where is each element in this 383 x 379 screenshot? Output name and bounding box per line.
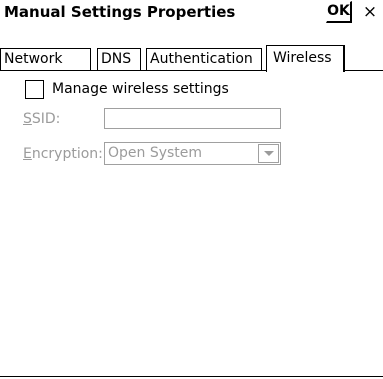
ssid-input[interactable] bbox=[104, 108, 281, 129]
encryption-label-rest: ncryption: bbox=[31, 146, 103, 162]
close-icon[interactable]: × bbox=[358, 1, 382, 23]
encryption-dropdown-button[interactable] bbox=[258, 144, 279, 163]
ok-button[interactable]: OK bbox=[326, 1, 352, 23]
ssid-label: SSID: bbox=[23, 111, 60, 127]
manage-wireless-checkbox[interactable] bbox=[25, 80, 44, 99]
tab-dns[interactable]: DNS bbox=[97, 48, 141, 70]
manage-wireless-label[interactable]: Manage wireless settings bbox=[52, 81, 229, 97]
ssid-label-accel: S bbox=[23, 111, 32, 127]
encryption-label: Encryption: bbox=[23, 146, 103, 162]
tab-authentication[interactable]: Authentication bbox=[146, 48, 262, 70]
tab-network[interactable]: Network bbox=[0, 48, 91, 70]
encryption-select[interactable]: Open System bbox=[104, 142, 281, 165]
chevron-down-icon bbox=[264, 151, 274, 156]
bottom-divider bbox=[0, 376, 383, 377]
ssid-label-rest: SID: bbox=[31, 111, 61, 127]
encryption-label-accel: E bbox=[23, 146, 32, 162]
window-title: Manual Settings Properties bbox=[4, 3, 236, 21]
title-bar: Manual Settings Properties OK × bbox=[0, 0, 383, 25]
encryption-select-value: Open System bbox=[108, 145, 203, 161]
settings-window: Manual Settings Properties OK × Network … bbox=[0, 0, 383, 379]
tab-wireless[interactable]: Wireless bbox=[266, 45, 345, 72]
